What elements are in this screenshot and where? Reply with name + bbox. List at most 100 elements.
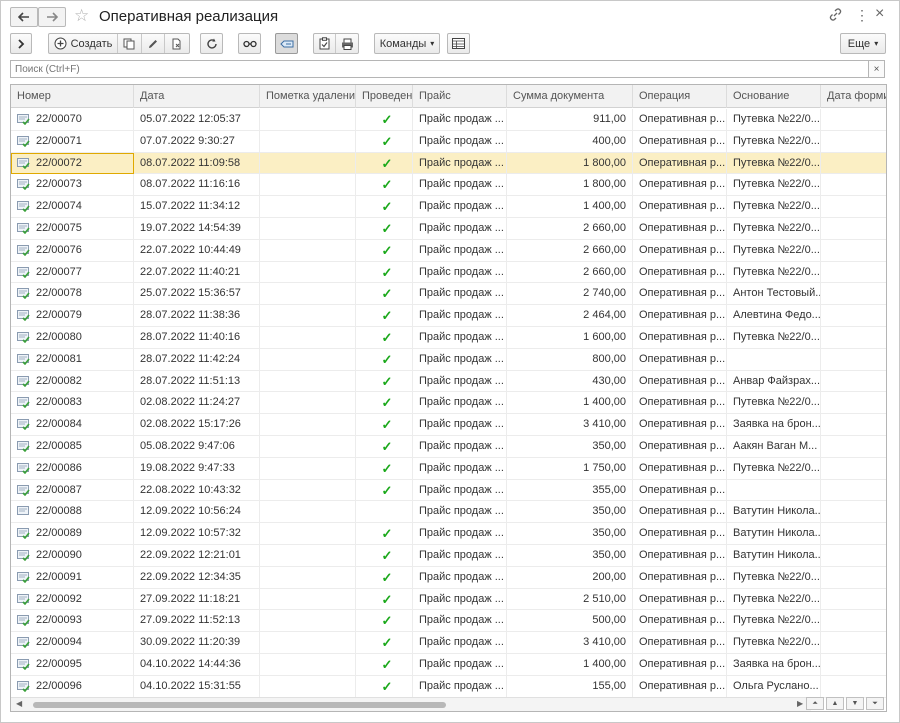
cell-basis[interactable]: Путевка №22/0... xyxy=(727,196,821,218)
cell-price[interactable]: Прайс продаж ... xyxy=(413,653,507,675)
cell-op[interactable]: Оперативная р... xyxy=(633,283,727,305)
cell-date[interactable]: 02.08.2022 11:24:27 xyxy=(134,392,260,414)
cell-deletion-mark[interactable] xyxy=(260,196,356,218)
go-last-button[interactable]: ⏷ xyxy=(866,697,884,710)
cell-posted[interactable]: ✓ xyxy=(356,544,413,566)
cell-posted[interactable]: ✓ xyxy=(356,261,413,283)
cell-deletion-mark[interactable] xyxy=(260,610,356,632)
cell-op[interactable]: Оперативная р... xyxy=(633,239,727,261)
vertical-dots-icon[interactable]: ⋮ xyxy=(855,7,869,24)
cell-sum[interactable]: 2 740,00 xyxy=(507,283,633,305)
column-header-number[interactable]: Номер xyxy=(11,85,134,108)
post-button[interactable] xyxy=(314,34,336,53)
edit-button[interactable] xyxy=(142,34,166,53)
cell-posted[interactable]: ✓ xyxy=(356,196,413,218)
column-header-price[interactable]: Прайс xyxy=(413,85,507,108)
cell-op[interactable]: Оперативная р... xyxy=(633,588,727,610)
table-row[interactable]: 22/00086 19.08.2022 9:47:33 ✓ Прайс продаж … xyxy=(11,457,886,480)
cell-op[interactable]: Оперативная р... xyxy=(633,392,727,414)
cell-form-date[interactable] xyxy=(821,676,886,697)
expand-panel-button[interactable] xyxy=(10,33,32,54)
cell-basis[interactable]: Путевка №22/0... xyxy=(727,566,821,588)
cell-price[interactable]: Прайс продаж ... xyxy=(413,392,507,414)
table-row[interactable]: 22/00080 28.07.2022 11:40:16 ✓ Прайс продаж… xyxy=(11,326,886,349)
cell-op[interactable]: Оперативная р... xyxy=(633,414,727,436)
cell-number[interactable]: 22/00074 xyxy=(11,196,134,218)
commands-dropdown[interactable]: Команды ▾ xyxy=(374,33,440,54)
cell-basis[interactable]: Ватутин Никола... xyxy=(727,544,821,566)
cell-sum[interactable]: 2 660,00 xyxy=(507,261,633,283)
page-down-button[interactable]: ▼ xyxy=(846,697,864,710)
table-row[interactable]: 22/00075 19.07.2022 14:54:39 ✓ Прайс продаж… xyxy=(11,217,886,240)
cell-form-date[interactable] xyxy=(821,349,886,370)
cell-sum[interactable]: 2 660,00 xyxy=(507,239,633,261)
cell-form-date[interactable] xyxy=(821,305,886,326)
cell-sum[interactable]: 350,00 xyxy=(507,501,633,523)
cell-date[interactable]: 22.07.2022 10:44:49 xyxy=(134,239,260,261)
table-row[interactable]: 22/00085 05.08.2022 9:47:06 ✓ Прайс продаж … xyxy=(11,435,886,458)
cell-price[interactable]: Прайс продаж ... xyxy=(413,261,507,283)
cell-deletion-mark[interactable] xyxy=(260,261,356,283)
cell-price[interactable]: Прайс продаж ... xyxy=(413,109,507,130)
table-row[interactable]: 22/00081 28.07.2022 11:42:24 ✓ Прайс продаж… xyxy=(11,348,886,371)
table-row[interactable]: 22/00073 08.07.2022 11:16:16 ✓ Прайс продаж… xyxy=(11,174,886,197)
cell-sum[interactable]: 500,00 xyxy=(507,610,633,632)
column-header-operation[interactable]: Операция xyxy=(633,85,727,108)
cell-basis[interactable] xyxy=(727,348,821,370)
cell-op[interactable]: Оперативная р... xyxy=(633,109,727,130)
cell-basis[interactable]: Путевка №22/0... xyxy=(727,261,821,283)
cell-form-date[interactable] xyxy=(821,240,886,261)
column-header-date[interactable]: Дата xyxy=(134,85,260,108)
cell-number[interactable]: 22/00087 xyxy=(11,479,134,501)
table-row[interactable]: 22/00084 02.08.2022 15:17:26 ✓ Прайс продаж… xyxy=(11,414,886,436)
cell-deletion-mark[interactable] xyxy=(260,239,356,261)
cell-number[interactable]: 22/00076 xyxy=(11,239,134,261)
table-row[interactable]: 22/00082 28.07.2022 11:51:13 ✓ Прайс продаж… xyxy=(11,370,886,393)
cell-price[interactable]: Прайс продаж ... xyxy=(413,523,507,545)
cell-deletion-mark[interactable] xyxy=(260,392,356,414)
table-row[interactable]: 22/00071 07.07.2022 9:30:27 ✓ Прайс продаж … xyxy=(11,130,886,153)
cell-number[interactable]: 22/00091 xyxy=(11,566,134,588)
cell-basis[interactable]: Путевка №22/0... xyxy=(727,588,821,610)
cell-number[interactable]: 22/00072 xyxy=(11,152,134,174)
cell-posted[interactable]: ✓ xyxy=(356,610,413,632)
column-header-basis[interactable]: Основание xyxy=(727,85,821,108)
cell-deletion-mark[interactable] xyxy=(260,348,356,370)
cell-deletion-mark[interactable] xyxy=(260,479,356,501)
cell-date[interactable]: 27.09.2022 11:18:21 xyxy=(134,588,260,610)
view-button[interactable] xyxy=(238,33,261,54)
cell-op[interactable]: Оперативная р... xyxy=(633,479,727,501)
column-header-posted[interactable]: Проведен xyxy=(356,85,413,108)
cell-date[interactable]: 25.07.2022 15:36:57 xyxy=(134,283,260,305)
cell-posted[interactable]: ✓ xyxy=(356,305,413,327)
cell-price[interactable]: Прайс продаж ... xyxy=(413,370,507,392)
cell-deletion-mark[interactable] xyxy=(260,566,356,588)
cell-sum[interactable]: 911,00 xyxy=(507,109,633,130)
cell-sum[interactable]: 200,00 xyxy=(507,566,633,588)
cell-price[interactable]: Прайс продаж ... xyxy=(413,414,507,436)
cell-basis[interactable]: Путевка №22/0... xyxy=(727,152,821,174)
cell-price[interactable]: Прайс продаж ... xyxy=(413,675,507,697)
cell-number[interactable]: 22/00077 xyxy=(11,261,134,283)
cell-op[interactable]: Оперативная р... xyxy=(633,174,727,196)
cell-number[interactable]: 22/00083 xyxy=(11,392,134,414)
cell-price[interactable]: Прайс продаж ... xyxy=(413,588,507,610)
cell-date[interactable]: 07.07.2022 9:30:27 xyxy=(134,130,260,152)
cell-price[interactable]: Прайс продаж ... xyxy=(413,501,507,523)
cell-price[interactable]: Прайс продаж ... xyxy=(413,152,507,174)
cell-deletion-mark[interactable] xyxy=(260,675,356,697)
cell-date[interactable]: 22.09.2022 12:21:01 xyxy=(134,544,260,566)
cell-form-date[interactable] xyxy=(821,458,886,479)
cell-number[interactable]: 22/00073 xyxy=(11,174,134,196)
scrollbar-thumb[interactable] xyxy=(33,702,446,708)
cell-sum[interactable]: 1 800,00 xyxy=(507,174,633,196)
cell-form-date[interactable] xyxy=(821,327,886,348)
cell-form-date[interactable] xyxy=(821,501,886,522)
cell-op[interactable]: Оперативная р... xyxy=(633,632,727,654)
cell-deletion-mark[interactable] xyxy=(260,174,356,196)
cell-sum[interactable]: 155,00 xyxy=(507,675,633,697)
cell-basis[interactable] xyxy=(727,479,821,501)
cell-sum[interactable]: 430,00 xyxy=(507,370,633,392)
table-row[interactable]: 22/00096 04.10.2022 15:31:55 ✓ Прайс продаж… xyxy=(11,675,886,698)
cell-form-date[interactable] xyxy=(821,567,886,588)
